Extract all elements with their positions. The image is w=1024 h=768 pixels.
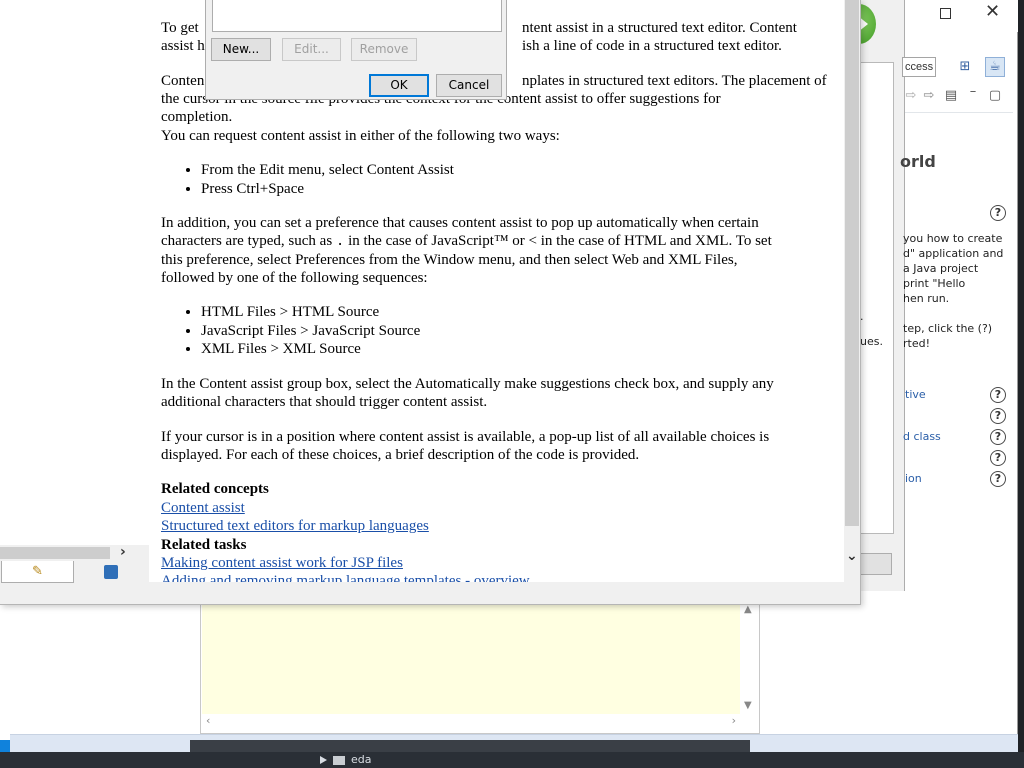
description-line: print "Hello [903, 277, 966, 290]
quick-access-input[interactable]: ccess [902, 57, 936, 77]
ways-list: From the Edit menu, select Content Assis… [189, 161, 454, 198]
chevron-down-icon[interactable]: ⌄ [846, 548, 858, 564]
paragraph-line: this preference, select Preferences from… [161, 252, 738, 268]
scroll-up-icon[interactable]: ▲ [744, 604, 752, 615]
cheat-sheet-description: you how to create d" application and a J… [903, 231, 1013, 306]
description-line: hen run. [903, 292, 950, 305]
sequences-list: HTML Files > HTML Source JavaScript File… [189, 303, 420, 359]
paragraph-line: If your cursor is in a position where co… [161, 429, 770, 445]
bookmark-pencil-icon: ✎ [32, 563, 43, 578]
content-vertical-scrollbar[interactable]: ⌄ [844, 0, 860, 582]
collapse-all-icon[interactable]: ▤ [941, 86, 961, 106]
list-item: From the Edit menu, select Content Assis… [201, 161, 454, 180]
templates-dialog: New... Edit... Remove OK Cancel [205, 0, 507, 100]
help-icon[interactable]: ? [990, 471, 1006, 487]
description-line: d" application and [903, 247, 1004, 260]
help-icon[interactable]: ? [990, 387, 1006, 403]
java-perspective-icon[interactable]: ☕ [985, 57, 1005, 77]
preferences-panel [860, 62, 894, 534]
paragraph-line: followed by one of the following sequenc… [161, 270, 428, 286]
book-icon [104, 565, 118, 579]
paragraph-line: additional characters that should trigge… [161, 394, 488, 410]
nav-tabs: ✎ [0, 561, 149, 583]
help-navigation-pane [0, 0, 149, 545]
view-divider [905, 112, 1013, 113]
minimize-view-icon[interactable]: – [963, 82, 983, 102]
cheat-sheet-step-hint: tep, click the (?) rted! [903, 321, 1013, 351]
help-icon[interactable]: ? [990, 450, 1006, 466]
maximize-icon[interactable] [940, 8, 951, 19]
step-line: rted! [903, 337, 930, 350]
cheat-step-link[interactable]: ion [905, 472, 922, 485]
ok-button[interactable]: OK [369, 74, 429, 97]
help-icon[interactable]: ? [990, 429, 1006, 445]
cheat-step-link[interactable]: d class [903, 430, 941, 443]
text-fragment: ntent assist in a structured text editor… [522, 20, 797, 36]
related-concept-link[interactable]: Content assist [161, 500, 245, 516]
cheat-sheet-title: orld [900, 152, 936, 171]
related-tasks-heading: Related tasks [161, 537, 247, 553]
back-arrow-icon[interactable]: ⇨ [901, 86, 921, 106]
description-line: you how to create [903, 232, 1003, 245]
help-icon[interactable]: ? [990, 408, 1006, 424]
nav-horizontal-scrollbar[interactable]: › [0, 544, 149, 561]
folder-icon [333, 755, 345, 765]
list-item: XML Files > XML Source [201, 340, 420, 359]
list-item: JavaScript Files > JavaScript Source [201, 322, 420, 341]
scrollbar-thumb[interactable] [0, 547, 110, 559]
close-icon[interactable]: ✕ [985, 3, 1001, 21]
related-concepts-heading: Related concepts [161, 481, 269, 497]
forward-arrow-icon[interactable]: ⇨ [919, 86, 939, 106]
list-item: HTML Files > HTML Source [201, 303, 420, 322]
paragraph-line: displayed. For each of these choices, a … [161, 447, 640, 463]
text-fragment: To get [161, 20, 199, 36]
tab-contents[interactable] [75, 561, 147, 583]
paragraph-line: completion. [161, 109, 233, 125]
scroll-left-icon[interactable]: ‹ [206, 714, 210, 727]
horizontal-scrollbar[interactable]: ‹ › [202, 714, 740, 730]
paragraph-line: characters are typed, such as . in the c… [161, 232, 831, 252]
paragraph-line: In the Content assist group box, select … [161, 376, 774, 392]
open-perspective-icon[interactable]: ⊞ [955, 57, 975, 77]
paragraph-ways: You can request content assist in either… [161, 128, 560, 144]
text-fragment: in the case of JavaScript™ or < in the c… [344, 233, 772, 249]
taskbar [0, 752, 1024, 768]
paragraph-line: In addition, you can set a preference th… [161, 215, 759, 231]
text-fragment: Conten [161, 73, 205, 89]
list-item: Press Ctrl+Space [201, 180, 454, 199]
hover-info-content [202, 602, 740, 714]
window-title-bar [905, 0, 1018, 32]
cheat-step-link[interactable]: tive [905, 388, 926, 401]
new-button[interactable]: New... [211, 38, 271, 61]
description-line: a Java project [903, 262, 979, 275]
scrollbar-thumb[interactable] [845, 0, 859, 526]
screen-edge [1018, 0, 1024, 768]
text-fragment: ues. [860, 335, 883, 348]
templates-list[interactable] [212, 0, 502, 32]
scroll-right-icon[interactable]: › [732, 714, 736, 727]
preferences-button[interactable] [860, 553, 892, 575]
desktop-strip [190, 740, 750, 752]
cancel-button[interactable]: Cancel [436, 74, 502, 97]
tab-bookmarks[interactable]: ✎ [1, 561, 74, 583]
text-fragment: assist h [161, 38, 205, 54]
edit-button[interactable]: Edit... [282, 38, 341, 61]
text-fragment: ish a line of code in a structured text … [522, 38, 782, 54]
text-fragment: nplates in structured text editors. The … [522, 73, 827, 89]
remove-button[interactable]: Remove [351, 38, 417, 61]
maximize-view-icon[interactable]: ▢ [985, 86, 1005, 106]
view-toolbar: ⇨ ⇨ ▤ – ▢ [905, 84, 1018, 106]
taskbar-item[interactable]: eda [320, 752, 372, 768]
scroll-right-icon[interactable]: › [120, 544, 126, 560]
taskbar-item-label: eda [351, 753, 372, 766]
related-task-link[interactable]: Adding and removing markup language temp… [161, 573, 530, 582]
related-task-link[interactable]: Making content assist work for JSP files [161, 555, 403, 571]
help-icon[interactable]: ? [990, 205, 1006, 221]
related-concept-link[interactable]: Structured text editors for markup langu… [161, 518, 429, 534]
text-fragment: characters are typed, such as [161, 233, 336, 249]
play-icon [320, 756, 327, 764]
step-line: tep, click the (?) [903, 322, 993, 335]
scroll-down-icon[interactable]: ▼ [744, 700, 752, 711]
